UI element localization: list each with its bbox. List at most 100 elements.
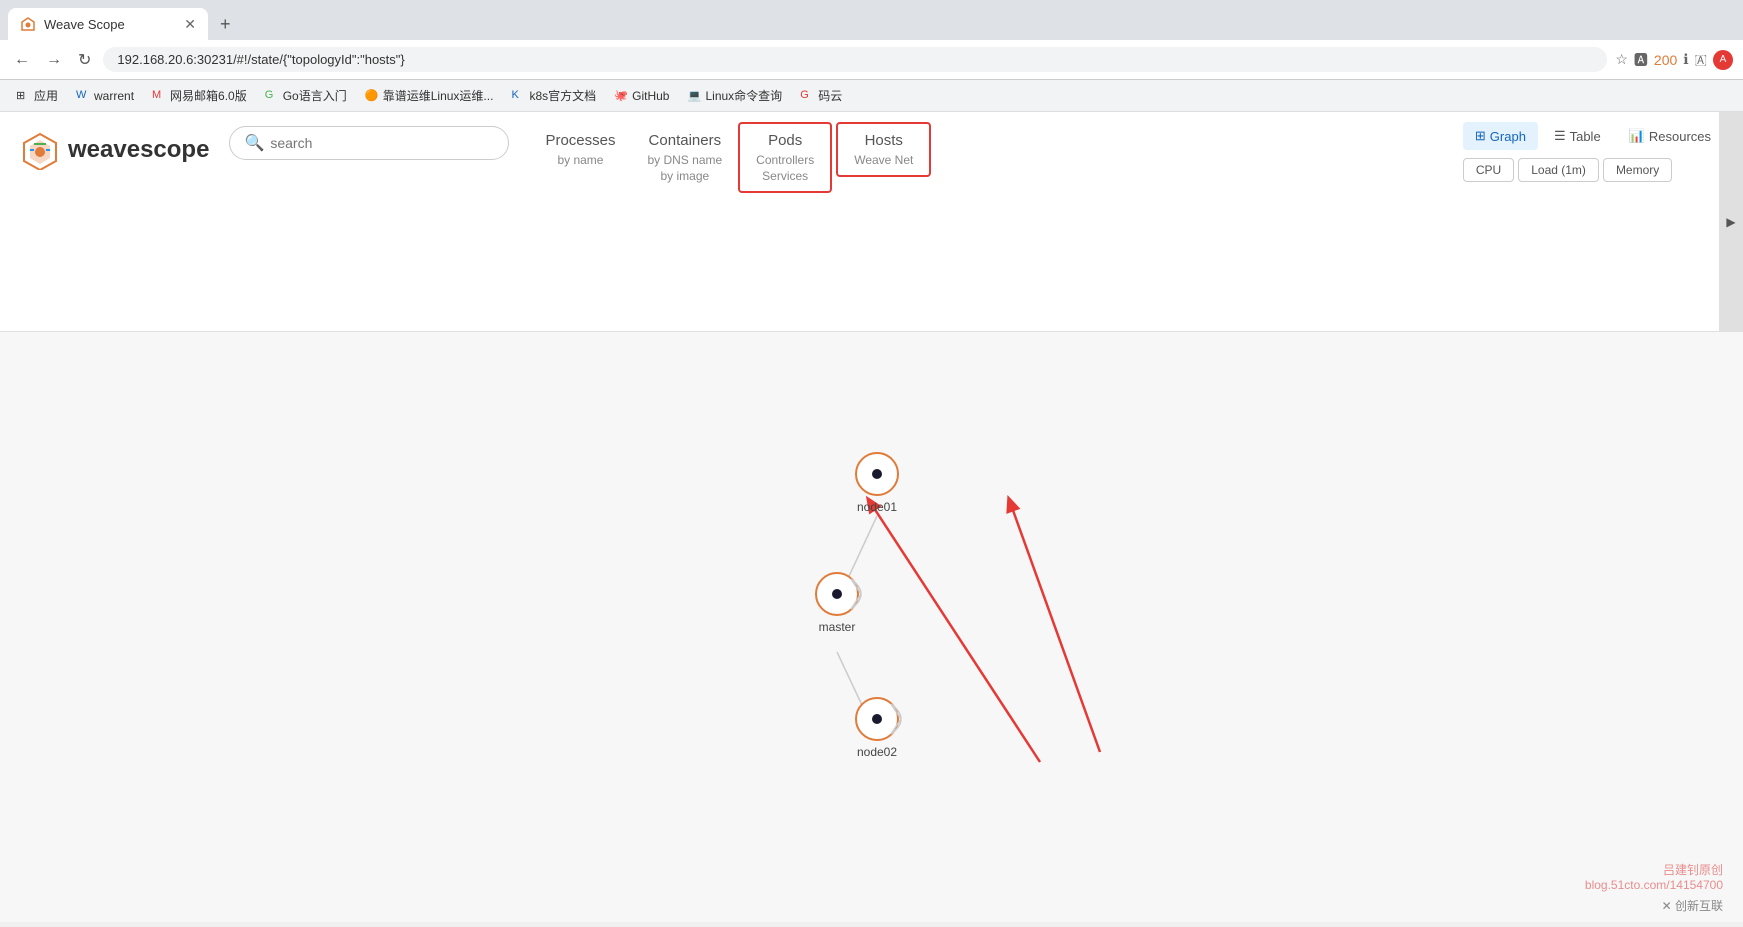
- bottom-brand-label: ✕ 创新互联: [1662, 899, 1723, 913]
- bookmark-k8s[interactable]: K k8s官方文档: [503, 84, 604, 107]
- connections-svg: [0, 332, 1743, 922]
- nav-item-containers[interactable]: Containers by DNS name by image: [631, 122, 738, 193]
- bookmark-label: Go语言入门: [283, 87, 347, 104]
- cpu-metric-button[interactable]: CPU: [1463, 158, 1514, 182]
- graph-label: Graph: [1490, 129, 1526, 144]
- pods-sub2[interactable]: Services: [762, 169, 808, 183]
- nav-item-processes[interactable]: Processes by name: [529, 122, 631, 177]
- bookmark-label: 靠谱运维Linux运维...: [383, 87, 494, 104]
- address-actions: ☆ 🅰 200 ℹ 🇦 A: [1615, 50, 1733, 70]
- master-dot: [832, 589, 842, 599]
- bookmark-label: Linux命令查询: [705, 87, 782, 104]
- extension-icon-4: 🇦: [1695, 51, 1707, 68]
- bookmark-linux-cmd[interactable]: 💻 Linux命令查询: [679, 84, 790, 107]
- k8s-icon: K: [511, 89, 525, 103]
- bookmark-apps[interactable]: ⊞ 应用: [8, 84, 66, 107]
- bookmark-label: k8s官方文档: [529, 87, 596, 104]
- url-bar[interactable]: [103, 47, 1607, 72]
- table-view-button[interactable]: ☰ Table: [1542, 122, 1613, 150]
- browser-tab[interactable]: Weave Scope ✕: [8, 8, 208, 40]
- view-buttons: ⊞ Graph ☰ Table 📊 Resources: [1463, 122, 1723, 150]
- nav-item-hosts[interactable]: Hosts Weave Net: [836, 122, 931, 177]
- bookmark-label: warrent: [94, 89, 134, 103]
- address-bar: ← → ↻ ☆ 🅰 200 ℹ 🇦 A: [0, 40, 1743, 80]
- table-label: Table: [1570, 129, 1601, 144]
- bookmark-golang[interactable]: G Go语言入门: [257, 84, 355, 107]
- watermark-line2: blog.51cto.com/14154700: [1585, 878, 1723, 892]
- processes-label: Processes: [545, 132, 615, 149]
- gitee-icon: G: [800, 89, 814, 103]
- tab-close-button[interactable]: ✕: [184, 16, 196, 33]
- view-controls: ⊞ Graph ☰ Table 📊 Resources CPU Load (1m…: [1463, 112, 1723, 182]
- node-node01[interactable]: node01: [855, 452, 899, 514]
- warrent-icon: W: [76, 89, 90, 103]
- forward-button[interactable]: →: [42, 47, 66, 73]
- tab-title: Weave Scope: [44, 17, 125, 32]
- app-container: weavescope 🔍 Processes by name Container…: [0, 112, 1743, 922]
- weave-logo-icon: [20, 130, 60, 170]
- table-icon: ☰: [1554, 128, 1566, 144]
- logo-scope: scope: [140, 136, 209, 163]
- browser-chrome: Weave Scope ✕ + ← → ↻ ☆ 🅰 200 ℹ 🇦 A ⊞ 应用…: [0, 0, 1743, 112]
- node02-dot: [872, 714, 882, 724]
- search-icon: 🔍: [244, 133, 264, 153]
- nav-item-pods[interactable]: Pods Controllers Services: [738, 122, 832, 193]
- graph-canvas: node01 master: [0, 332, 1743, 922]
- extension-icon-2: 200: [1654, 52, 1677, 68]
- logo-area: weavescope: [20, 112, 209, 170]
- nav-menu: Processes by name Containers by DNS name…: [529, 112, 1442, 193]
- back-button[interactable]: ←: [10, 47, 34, 73]
- hosts-sub1[interactable]: Weave Net: [854, 153, 913, 167]
- new-tab-button[interactable]: +: [212, 10, 239, 39]
- pods-sub: Controllers Services: [756, 153, 814, 183]
- github-icon: 🐙: [614, 89, 628, 103]
- graph-icon: ⊞: [1475, 128, 1486, 144]
- bottom-right-brand: ✕ 创新互联: [1662, 897, 1723, 914]
- graph-view-button[interactable]: ⊞ Graph: [1463, 122, 1538, 150]
- memory-metric-button[interactable]: Memory: [1603, 158, 1672, 182]
- linux-icon: 🟠: [365, 89, 379, 103]
- processes-sub1[interactable]: by name: [557, 153, 603, 167]
- bookmark-github[interactable]: 🐙 GitHub: [606, 86, 677, 106]
- hosts-label: Hosts: [865, 132, 903, 149]
- watermark-line1: 吕建钊原创: [1585, 861, 1723, 878]
- containers-sub1[interactable]: by DNS name: [647, 153, 722, 167]
- master-label: master: [819, 620, 856, 634]
- tab-favicon: [20, 16, 36, 32]
- bookmark-star-icon[interactable]: ☆: [1615, 51, 1628, 68]
- search-input[interactable]: [270, 135, 494, 151]
- pods-sub1[interactable]: Controllers: [756, 153, 814, 167]
- tab-bar: Weave Scope ✕ +: [0, 0, 1743, 40]
- bookmark-label: 网易邮箱6.0版: [170, 87, 247, 104]
- apps-icon: ⊞: [16, 89, 30, 103]
- bookmark-gitee[interactable]: G 码云: [792, 84, 850, 107]
- linux-cmd-icon: 💻: [687, 89, 701, 103]
- bookmark-label: 码云: [818, 87, 842, 104]
- load-metric-button[interactable]: Load (1m): [1518, 158, 1599, 182]
- resources-view-button[interactable]: 📊 Resources: [1617, 122, 1723, 150]
- node02-label: node02: [857, 745, 897, 759]
- extension-icon-1: 🅰: [1634, 50, 1648, 70]
- resources-icon: 📊: [1629, 128, 1645, 144]
- expand-panel-button[interactable]: ▶: [1719, 112, 1743, 331]
- node01-dot: [872, 469, 882, 479]
- logo-weave: weave: [68, 136, 140, 163]
- bookmark-linux[interactable]: 🟠 靠谱运维Linux运维...: [357, 84, 502, 107]
- mail-icon: M: [152, 89, 166, 103]
- top-nav: weavescope 🔍 Processes by name Container…: [0, 112, 1743, 332]
- containers-label: Containers: [649, 132, 722, 149]
- node01-label: node01: [857, 500, 897, 514]
- bookmark-warrent[interactable]: W warrent: [68, 86, 142, 106]
- go-icon: G: [265, 89, 279, 103]
- watermark: 吕建钊原创 blog.51cto.com/14154700: [1585, 861, 1723, 892]
- resources-label: Resources: [1649, 129, 1711, 144]
- bookmark-163mail[interactable]: M 网易邮箱6.0版: [144, 84, 255, 107]
- node-node02[interactable]: node02: [855, 697, 899, 759]
- hosts-sub: Weave Net: [854, 153, 913, 167]
- search-bar[interactable]: 🔍: [229, 126, 509, 160]
- refresh-button[interactable]: ↻: [74, 46, 95, 74]
- containers-sub2[interactable]: by image: [660, 169, 709, 183]
- bookmark-label: GitHub: [632, 89, 669, 103]
- node-master[interactable]: master: [815, 572, 859, 634]
- containers-sub: by DNS name by image: [647, 153, 722, 183]
